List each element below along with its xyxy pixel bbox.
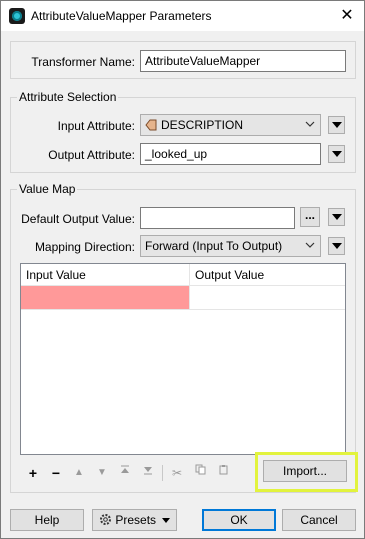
ok-button[interactable]: OK (202, 509, 276, 531)
default-output-label: Default Output Value: (21, 212, 135, 226)
triangle-down-icon (332, 122, 342, 128)
title-bar: AttributeValueMapper Parameters ✕ (1, 1, 364, 31)
help-button[interactable]: Help (10, 509, 84, 531)
cut-icon[interactable]: ✂ (168, 464, 186, 482)
transformer-name-label: Transformer Name: (31, 55, 135, 69)
chevron-down-icon (305, 242, 315, 248)
presets-button[interactable]: Presets (92, 509, 177, 531)
attribute-selection-title: Attribute Selection (17, 90, 119, 104)
move-top-icon[interactable] (116, 464, 134, 482)
transformer-name-input[interactable]: AttributeValueMapper (140, 50, 346, 72)
presets-label: Presets (115, 513, 157, 527)
output-attribute-menu-button[interactable] (328, 145, 345, 163)
input-attribute-select[interactable]: DESCRIPTION (140, 114, 321, 136)
default-output-input[interactable] (140, 207, 295, 229)
column-header-output[interactable]: Output Value (189, 264, 345, 286)
value-map-title: Value Map (17, 182, 78, 196)
input-attribute-value: DESCRIPTION (161, 118, 244, 132)
triangle-down-icon (332, 243, 342, 249)
paste-icon[interactable] (214, 464, 232, 482)
value-map-table[interactable]: Input Value Output Value (20, 263, 346, 455)
input-attribute-label: Input Attribute: (57, 119, 135, 133)
cancel-button[interactable]: Cancel (282, 509, 356, 531)
attribute-tag-icon (145, 119, 157, 131)
chevron-down-icon (305, 121, 315, 127)
mapping-direction-label: Mapping Direction: (34, 240, 135, 254)
copy-icon[interactable] (191, 464, 209, 482)
add-row-icon[interactable]: + (24, 464, 42, 482)
triangle-down-icon (332, 214, 342, 220)
triangle-down-icon (162, 518, 170, 523)
window-title: AttributeValueMapper Parameters (31, 9, 212, 23)
browse-dots-button[interactable]: ... (300, 207, 320, 227)
output-value-cell[interactable] (189, 286, 345, 309)
move-down-icon[interactable]: ▼ (93, 464, 111, 482)
input-value-cell[interactable] (21, 286, 189, 309)
default-output-menu-button[interactable] (328, 208, 345, 226)
app-icon (9, 8, 25, 24)
move-up-icon[interactable]: ▲ (70, 464, 88, 482)
import-button[interactable]: Import... (263, 460, 347, 482)
mapping-direction-menu-button[interactable] (328, 237, 345, 255)
mapping-direction-select[interactable]: Forward (Input To Output) (140, 235, 321, 257)
output-attribute-input[interactable]: _looked_up (140, 143, 321, 165)
triangle-down-icon (332, 151, 342, 157)
gear-icon (100, 514, 111, 525)
table-row[interactable] (21, 286, 345, 310)
parameters-dialog: AttributeValueMapper Parameters ✕ Transf… (0, 0, 365, 539)
toolbar-separator (162, 465, 163, 481)
remove-row-icon[interactable]: − (47, 464, 65, 482)
move-bottom-icon[interactable] (139, 464, 157, 482)
column-header-input[interactable]: Input Value (21, 264, 189, 286)
input-attribute-menu-button[interactable] (328, 116, 345, 134)
close-icon[interactable]: ✕ (336, 5, 358, 27)
mapping-direction-value: Forward (Input To Output) (145, 239, 283, 253)
output-attribute-label: Output Attribute: (48, 148, 135, 162)
